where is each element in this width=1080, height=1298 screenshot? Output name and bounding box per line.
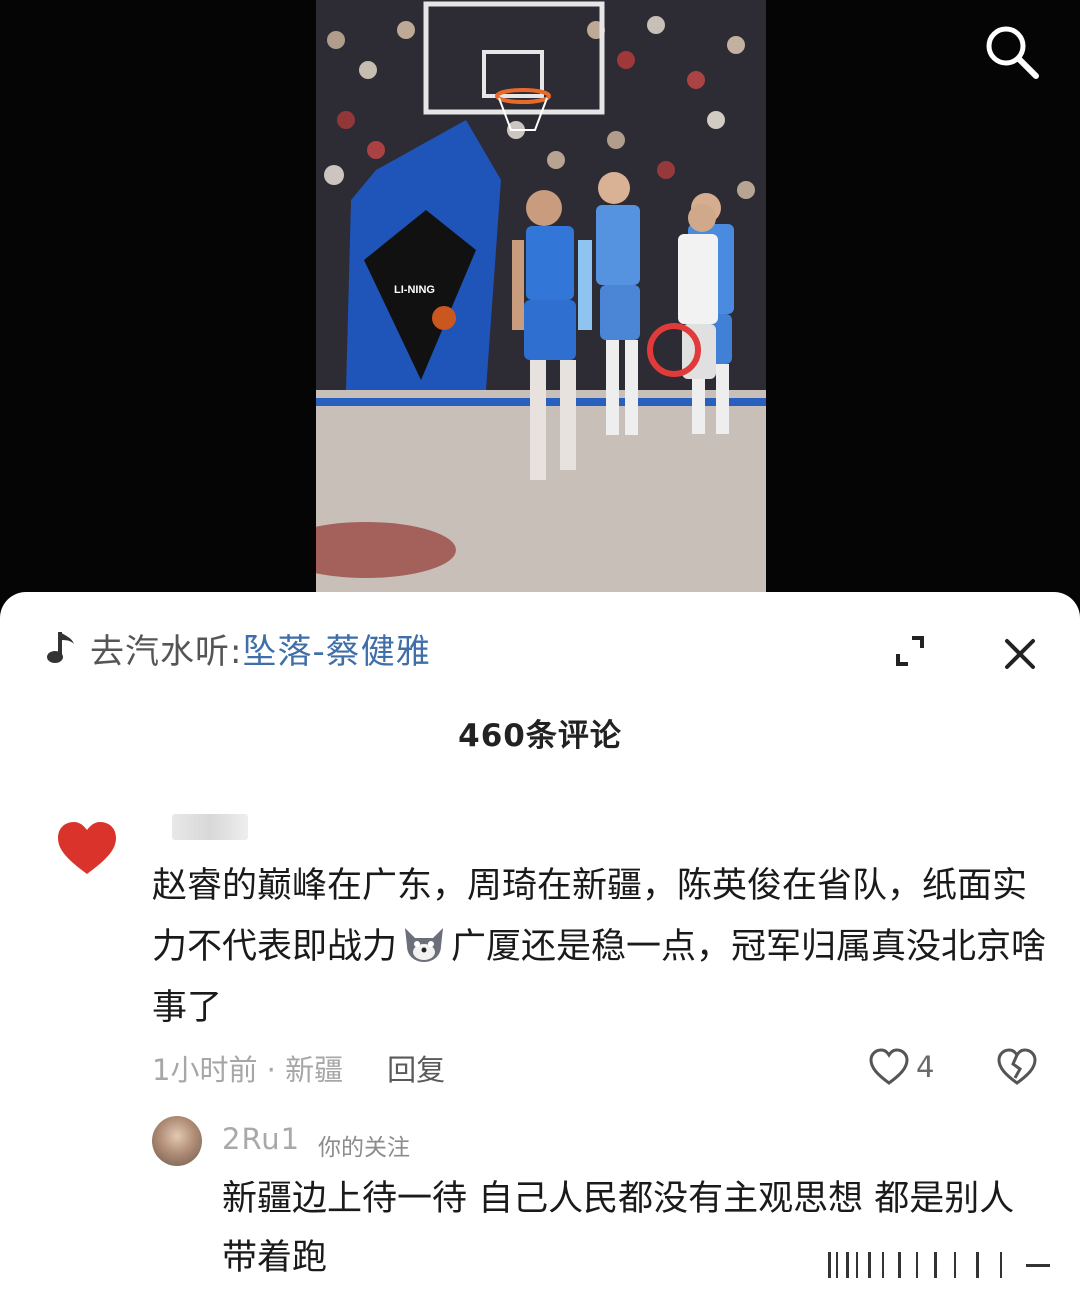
comment-count: 460条评论 xyxy=(458,718,622,754)
following-badge: 你的关注 xyxy=(318,1135,410,1161)
basketball-scene-image: LI-NING xyxy=(316,0,766,592)
watermark-barcode xyxy=(822,1248,1062,1284)
svg-text:LI-NING: LI-NING xyxy=(394,284,435,296)
music-note-icon xyxy=(47,632,74,663)
avatar[interactable] xyxy=(52,814,122,884)
music-song-title[interactable]: 坠落-蔡健雅 xyxy=(242,624,430,673)
like-count: 4 xyxy=(916,1050,935,1084)
dislike-button[interactable] xyxy=(996,1046,1038,1088)
music-link[interactable]: 去汽水听: 坠落-蔡健雅 xyxy=(46,618,431,678)
music-prefix: 去汽水听: xyxy=(90,631,243,672)
like-button[interactable]: 4 xyxy=(868,1044,934,1090)
close-icon xyxy=(1005,639,1035,669)
red-heart-avatar xyxy=(58,822,116,874)
comment-text: 赵睿的巅峰在广东，周琦在新疆，陈英俊在省队，纸面实力不代表即战力 广厦还是稳一点… xyxy=(152,856,1052,1039)
username-blurred xyxy=(172,814,248,840)
expand-icon xyxy=(896,636,924,666)
search-button[interactable] xyxy=(982,22,1040,80)
wolf-emoji-icon xyxy=(399,922,449,966)
expand-button[interactable] xyxy=(890,632,930,672)
reply-button[interactable]: 回复 xyxy=(387,1047,445,1089)
search-icon xyxy=(986,26,1039,79)
video-player[interactable]: LI-NING xyxy=(0,0,1080,600)
reply-avatar[interactable] xyxy=(152,1116,202,1166)
video-frame[interactable]: LI-NING xyxy=(316,0,766,592)
heart-outline-icon xyxy=(869,1048,909,1085)
comment-meta: 1小时前 · 新疆 回复 xyxy=(152,1046,445,1090)
comment-sheet: 去汽水听: 坠落-蔡健雅 460条评论 赵睿的巅峰在广东，周琦在新疆，陈英俊在省… xyxy=(0,592,1080,1298)
reply-username[interactable]: 2Ru1 xyxy=(222,1122,300,1156)
broken-heart-icon xyxy=(997,1048,1037,1085)
comment-time-location: 1小时前 · 新疆 xyxy=(152,1053,344,1087)
close-button[interactable] xyxy=(998,632,1042,676)
